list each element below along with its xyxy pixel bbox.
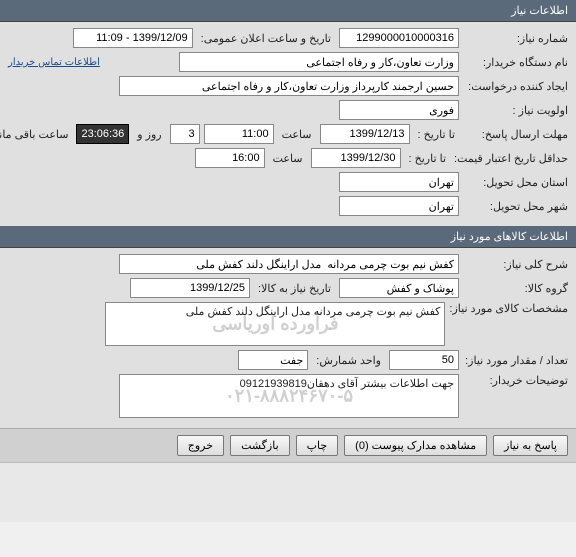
respond-button[interactable]: پاسخ به نیاز: [493, 435, 568, 456]
contact-info-link[interactable]: اطلاعات تماس خریدار: [8, 57, 100, 68]
until-date-label-2: تا تاریخ :: [405, 152, 450, 165]
view-docs-button[interactable]: مشاهده مدارک پیوست (0): [344, 435, 487, 456]
need-info-body: شماره نیاز: تاریخ و ساعت اعلان عمومی: نا…: [0, 22, 576, 226]
announce-datetime-field[interactable]: [73, 28, 193, 48]
goods-group-label: گروه کالا:: [463, 282, 568, 295]
until-date-field[interactable]: [320, 124, 410, 144]
buyer-org-field[interactable]: [179, 52, 459, 72]
delivery-province-label: استان محل تحویل:: [463, 176, 568, 189]
general-desc-label: شرح کلی نیاز:: [463, 258, 568, 271]
need-info-header: اطلاعات نیاز: [0, 0, 576, 22]
announce-datetime-label: تاریخ و ساعت اعلان عمومی:: [197, 32, 335, 45]
buyer-notes-text: جهت اطلاعات بیشتر آقای دهقان09121939819: [240, 378, 454, 390]
min-price-history-label: حداقل تاریخ اعتبار قیمت:: [454, 152, 568, 165]
qty-label: تعداد / مقدار مورد نیاز:: [463, 354, 568, 367]
price-until-date-field[interactable]: [311, 148, 401, 168]
delivery-province-field[interactable]: [339, 172, 459, 192]
unit-label: واحد شمارش:: [312, 354, 385, 367]
delivery-city-field[interactable]: [339, 196, 459, 216]
creator-label: ایجاد کننده درخواست:: [463, 80, 568, 93]
creator-field[interactable]: [119, 76, 459, 96]
unit-field[interactable]: [238, 350, 308, 370]
goods-specs-label: مشخصات کالای مورد نیاز:: [449, 302, 568, 315]
delivery-city-label: شهر محل تحویل:: [463, 200, 568, 213]
goods-info-header: اطلاعات کالاهای مورد نیاز: [0, 226, 576, 248]
until-time-field[interactable]: [204, 124, 274, 144]
goods-info-body: شرح کلی نیاز: گروه کالا: تاریخ نیاز به ک…: [0, 248, 576, 428]
remaining-time-display: 23:06:36: [76, 124, 129, 144]
buyer-notes-box[interactable]: ۰۲۱-۸۸۸۲۴۶۷۰-۵ جهت اطلاعات بیشتر آقای ده…: [119, 374, 459, 418]
remaining-label: ساعت باقی مانده: [0, 128, 72, 141]
priority-label: اولویت نیاز :: [463, 104, 568, 117]
general-desc-field[interactable]: [119, 254, 459, 274]
goods-group-field[interactable]: [339, 278, 459, 298]
days-and-label: روز و: [133, 128, 165, 141]
time-label-2: ساعت: [269, 152, 307, 165]
price-until-time-field[interactable]: [195, 148, 265, 168]
response-deadline-label: مهلت ارسال پاسخ:: [463, 128, 568, 141]
qty-field[interactable]: [389, 350, 459, 370]
time-label-1: ساعت: [278, 128, 316, 141]
priority-field[interactable]: [339, 100, 459, 120]
button-bar: پاسخ به نیاز مشاهده مدارک پیوست (0) چاپ …: [0, 428, 576, 462]
buyer-notes-label: توضیحات خریدار:: [463, 374, 568, 387]
buyer-org-label: نام دستگاه خریدار:: [463, 56, 568, 69]
goods-specs-text: کفش نیم بوت چرمی مردانه مدل اراینگل دلند…: [186, 306, 441, 318]
until-date-label: تا تاریخ :: [414, 128, 459, 141]
back-button[interactable]: بازگشت: [230, 435, 290, 456]
days-count-field[interactable]: [170, 124, 200, 144]
print-button[interactable]: چاپ: [296, 435, 339, 456]
exit-button[interactable]: خروج: [177, 435, 224, 456]
goods-history-label: تاریخ نیاز به کالا:: [254, 282, 335, 295]
goods-specs-box[interactable]: فرآورده اوریاسی کفش نیم بوت چرمی مردانه …: [105, 302, 445, 346]
goods-history-date-field[interactable]: [130, 278, 250, 298]
need-number-label: شماره نیاز:: [463, 32, 568, 45]
footer-area: [0, 462, 576, 522]
need-number-field[interactable]: [339, 28, 459, 48]
